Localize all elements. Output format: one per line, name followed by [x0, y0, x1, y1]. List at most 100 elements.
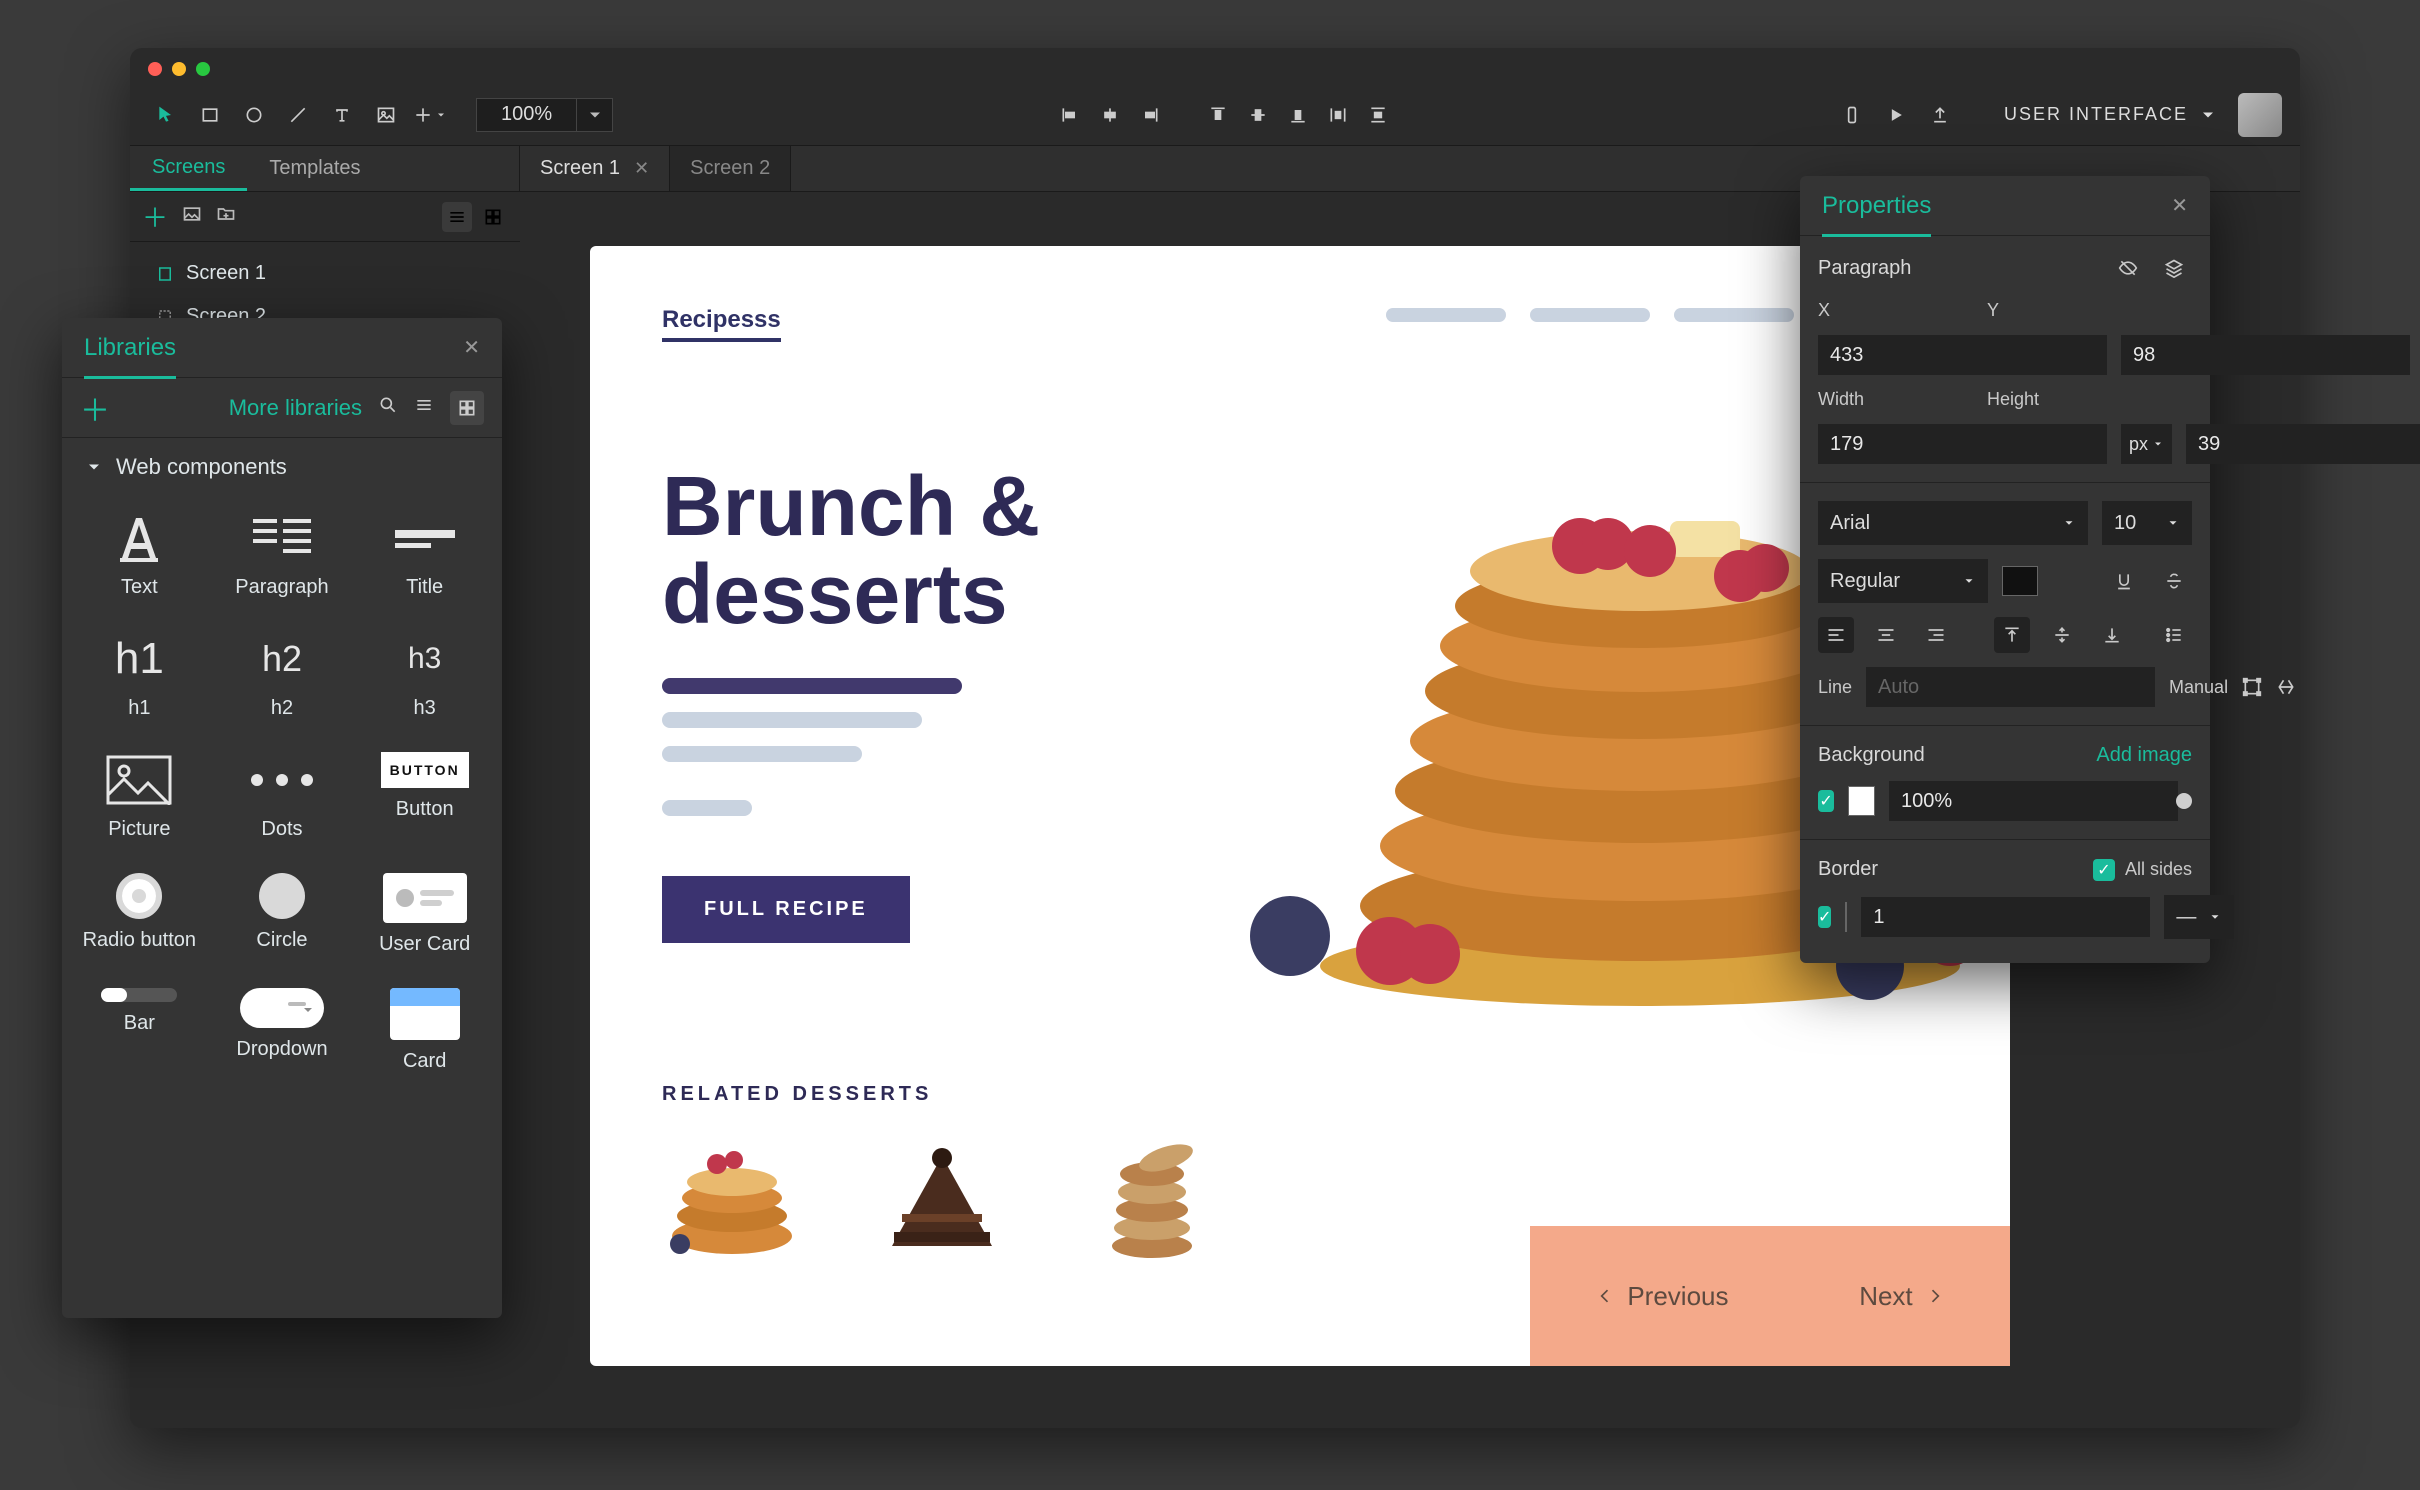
lib-button[interactable]: BUTTONButton: [357, 742, 492, 851]
align-vcenter-icon[interactable]: [1240, 97, 1276, 133]
auto-width-icon[interactable]: [2276, 669, 2296, 705]
rectangle-tool[interactable]: [192, 97, 228, 133]
bulleted-list-icon[interactable]: [2156, 617, 2192, 653]
folder-add-icon[interactable]: [216, 204, 236, 229]
maximize-window[interactable]: [196, 62, 210, 76]
next-button[interactable]: Next: [1859, 1281, 1944, 1312]
x-input[interactable]: [1818, 335, 2107, 375]
design-canvas[interactable]: Recipesss Brunch & desserts FULL RECIPE: [590, 246, 2010, 1366]
lib-h2[interactable]: h2h2: [215, 621, 350, 730]
distribute-v-icon[interactable]: [1360, 97, 1396, 133]
align-left-icon[interactable]: [1052, 97, 1088, 133]
font-family-select[interactable]: Arial: [1818, 501, 2088, 545]
height-input[interactable]: [2186, 424, 2420, 464]
font-weight-select[interactable]: Regular: [1818, 559, 1988, 603]
border-width-input[interactable]: [1861, 897, 2150, 937]
grid-view-icon[interactable]: [478, 202, 508, 232]
align-left-text-icon[interactable]: [1818, 617, 1854, 653]
select-tool[interactable]: [148, 97, 184, 133]
strikethrough-icon[interactable]: [2156, 563, 2192, 599]
play-icon[interactable]: [1878, 97, 1914, 133]
line-height-input[interactable]: [1866, 667, 2155, 707]
ellipse-tool[interactable]: [236, 97, 272, 133]
add-image-link[interactable]: Add image: [2096, 744, 2192, 767]
add-tool[interactable]: [412, 97, 448, 133]
close-icon[interactable]: ✕: [2171, 193, 2188, 218]
lib-card[interactable]: Card: [357, 978, 492, 1083]
lib-bar[interactable]: Bar: [72, 978, 207, 1083]
lib-h1[interactable]: h1h1: [72, 621, 207, 730]
valign-bottom-icon[interactable]: [2094, 617, 2130, 653]
image-tool[interactable]: [368, 97, 404, 133]
lib-h3[interactable]: h3h3: [357, 621, 492, 730]
lib-circle[interactable]: Circle: [215, 863, 350, 966]
search-icon[interactable]: [378, 395, 398, 420]
project-selector[interactable]: USER INTERFACE: [2004, 104, 2218, 125]
lib-radio[interactable]: Radio button: [72, 863, 207, 966]
text-color-swatch[interactable]: [2002, 566, 2038, 596]
tab-screens[interactable]: Screens: [130, 146, 247, 191]
lib-usercard[interactable]: User Card: [357, 863, 492, 966]
lib-picture[interactable]: Picture: [72, 742, 207, 851]
border-color-swatch[interactable]: [1845, 902, 1847, 932]
close-window[interactable]: [148, 62, 162, 76]
list-icon[interactable]: [414, 395, 434, 420]
zoom-control[interactable]: 100%: [476, 98, 613, 132]
more-libraries-link[interactable]: More libraries: [229, 395, 362, 421]
align-hcenter-icon[interactable]: [1092, 97, 1128, 133]
add-screen-icon[interactable]: ＋: [142, 198, 168, 235]
bg-color-swatch[interactable]: [1848, 786, 1875, 816]
thumb-pancakes[interactable]: [662, 1136, 802, 1266]
align-bottom-icon[interactable]: [1280, 97, 1316, 133]
list-item[interactable]: Screen 1: [144, 252, 506, 295]
align-right-icon[interactable]: [1132, 97, 1168, 133]
opacity-input[interactable]: [1889, 781, 2178, 821]
bounding-box-icon[interactable]: [2242, 669, 2262, 705]
lib-paragraph[interactable]: Paragraph: [215, 500, 350, 609]
line-tool[interactable]: [280, 97, 316, 133]
line-label: Line: [1818, 677, 1852, 698]
section-header[interactable]: Web components: [62, 438, 502, 496]
lib-text[interactable]: Text: [72, 500, 207, 609]
text-tool[interactable]: [324, 97, 360, 133]
device-preview-icon[interactable]: [1834, 97, 1870, 133]
font-size-select[interactable]: 10: [2102, 501, 2192, 545]
upload-icon[interactable]: [1922, 97, 1958, 133]
avatar[interactable]: [2238, 93, 2282, 137]
add-library-icon[interactable]: ＋: [80, 386, 110, 430]
y-input[interactable]: [2121, 335, 2410, 375]
image-icon[interactable]: [182, 204, 202, 229]
width-unit[interactable]: px: [2121, 424, 2172, 464]
thumb-cake[interactable]: [872, 1136, 1012, 1266]
close-icon[interactable]: ✕: [634, 158, 649, 179]
align-center-text-icon[interactable]: [1868, 617, 1904, 653]
prev-button[interactable]: Previous: [1595, 1281, 1728, 1312]
valign-middle-icon[interactable]: [2044, 617, 2080, 653]
pager: Previous Next: [1530, 1226, 2010, 1366]
distribute-h-icon[interactable]: [1320, 97, 1356, 133]
doc-tab-1[interactable]: Screen 1 ✕: [520, 146, 670, 191]
bg-enabled-checkbox[interactable]: ✓: [1818, 790, 1834, 812]
lib-dots[interactable]: Dots: [215, 742, 350, 851]
grid-icon[interactable]: [450, 391, 484, 425]
list-view-icon[interactable]: [442, 202, 472, 232]
underline-icon[interactable]: [2106, 563, 2142, 599]
close-icon[interactable]: ✕: [463, 335, 480, 360]
lib-dropdown[interactable]: Dropdown: [215, 978, 350, 1083]
width-input[interactable]: [1818, 424, 2107, 464]
all-sides-checkbox[interactable]: ✓: [2093, 859, 2115, 881]
valign-top-icon[interactable]: [1994, 617, 2030, 653]
border-enabled-checkbox[interactable]: ✓: [1818, 906, 1831, 928]
align-top-icon[interactable]: [1200, 97, 1236, 133]
lib-title[interactable]: Title: [357, 500, 492, 609]
thumb-cookies[interactable]: [1082, 1136, 1222, 1266]
tab-templates[interactable]: Templates: [247, 146, 382, 191]
minimize-window[interactable]: [172, 62, 186, 76]
doc-tab-2[interactable]: Screen 2: [670, 146, 791, 191]
full-recipe-button[interactable]: FULL RECIPE: [662, 876, 910, 943]
layers-icon[interactable]: [2156, 250, 2192, 286]
align-right-text-icon[interactable]: [1918, 617, 1954, 653]
visibility-icon[interactable]: [2110, 250, 2146, 286]
border-style-select[interactable]: —: [2164, 895, 2234, 939]
zoom-dropdown[interactable]: [576, 99, 612, 131]
